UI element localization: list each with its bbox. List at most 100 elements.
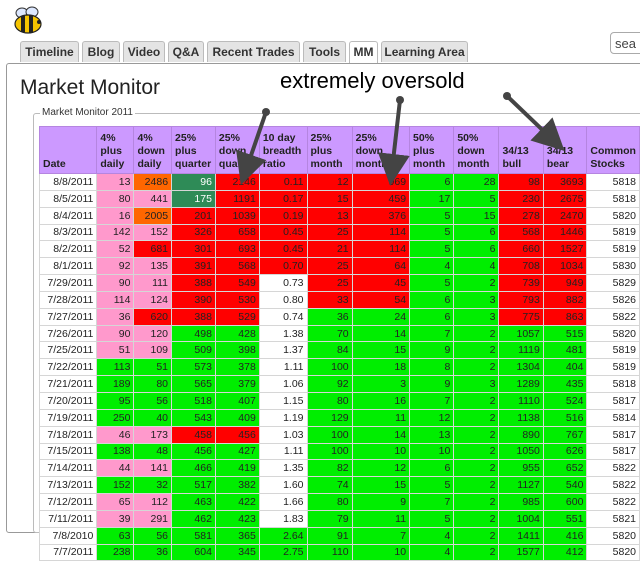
- value-cell: 5820: [586, 324, 640, 343]
- value-cell: 100: [306, 358, 353, 377]
- value-cell: 5: [409, 206, 455, 225]
- column-header: Date: [38, 126, 98, 174]
- value-cell: 6: [409, 290, 455, 309]
- tab-q-a[interactable]: Q&A: [168, 41, 204, 62]
- value-cell: 1411: [498, 526, 544, 545]
- date-cell: 7/8/2010: [38, 526, 98, 545]
- value-cell: 5820: [586, 526, 640, 545]
- value-cell: 5822: [586, 493, 640, 511]
- table-row: 8/4/2011 16 2005 201 1039 0.19 13 376 5 15 278 2470…: [38, 206, 640, 225]
- value-cell: 63: [96, 526, 135, 545]
- value-cell: 1.38: [258, 324, 308, 343]
- value-cell: 435: [542, 375, 588, 393]
- value-cell: 98: [498, 173, 544, 191]
- value-cell: 509: [171, 341, 216, 360]
- tab-recent-trades[interactable]: Recent Trades: [207, 41, 300, 62]
- value-cell: 4: [409, 526, 455, 545]
- value-cell: 6: [409, 173, 455, 191]
- value-cell: 1446: [542, 223, 588, 242]
- date-cell: 8/8/2011: [38, 173, 98, 191]
- value-cell: 1.35: [258, 459, 308, 478]
- value-cell: 114: [351, 223, 411, 242]
- bee-logo-icon[interactable]: [8, 4, 48, 36]
- value-cell: 416: [542, 526, 588, 545]
- value-cell: 6: [409, 459, 455, 478]
- value-cell: 5822: [586, 459, 640, 478]
- value-cell: 5: [409, 274, 455, 292]
- table-row: 7/8/2010 63 56 581 365 2.64 91 7 4 2 1411 416 5820: [38, 526, 640, 545]
- value-cell: 498: [171, 324, 216, 343]
- annotation-text: extremely oversold: [280, 68, 465, 93]
- value-cell: 1.06: [258, 375, 308, 393]
- column-header: Common Stocks: [586, 126, 640, 174]
- value-cell: 0.11: [258, 173, 308, 191]
- value-cell: 5822: [586, 476, 640, 495]
- value-cell: 1527: [542, 240, 588, 259]
- value-cell: 92: [96, 257, 135, 276]
- value-cell: 250: [96, 408, 135, 427]
- date-cell: 8/5/2011: [38, 189, 98, 208]
- value-cell: 5818: [586, 375, 640, 393]
- value-cell: 5: [453, 189, 500, 208]
- value-cell: 581: [171, 526, 216, 545]
- value-cell: 2.64: [258, 526, 308, 545]
- table-row: 7/25/2011 51 109 509 398 1.37 84 15 9 2 1119 481 581…: [38, 341, 640, 360]
- tab-mm[interactable]: MM: [349, 41, 378, 64]
- value-cell: 456: [171, 442, 216, 461]
- tab-tools[interactable]: Tools: [303, 41, 346, 62]
- tab-video[interactable]: Video: [123, 41, 165, 62]
- value-cell: 2: [453, 425, 500, 444]
- value-cell: 40: [133, 408, 173, 427]
- table-row: 7/19/2011 250 40 543 409 1.19 129 11 12 2 1138 516 5…: [38, 408, 640, 427]
- value-cell: 2: [453, 274, 500, 292]
- value-cell: 6: [453, 223, 500, 242]
- value-cell: 0.74: [258, 307, 308, 326]
- value-cell: 7: [351, 526, 411, 545]
- value-cell: 51: [133, 358, 173, 377]
- value-cell: 5826: [586, 290, 640, 309]
- tab-blog[interactable]: Blog: [82, 41, 120, 62]
- column-header: 34/13 bull: [498, 126, 544, 174]
- column-header: 50% down month: [453, 126, 500, 174]
- value-cell: 36: [306, 307, 353, 326]
- value-cell: 5820: [586, 206, 640, 225]
- value-cell: 173: [133, 425, 173, 444]
- value-cell: 10: [351, 543, 411, 561]
- value-cell: 138: [96, 442, 135, 461]
- value-cell: 5822: [586, 307, 640, 326]
- tab-timeline[interactable]: Timeline: [20, 41, 79, 62]
- value-cell: 2: [453, 526, 500, 545]
- value-cell: 573: [171, 358, 216, 377]
- tab-learning-area[interactable]: Learning Area: [381, 41, 468, 62]
- value-cell: 189: [96, 375, 135, 393]
- value-cell: 708: [498, 257, 544, 276]
- value-cell: 5: [409, 476, 455, 495]
- table-row: 8/5/2011 80 441 175 1191 0.17 15 459 17 5 230 2675 5…: [38, 189, 640, 208]
- value-cell: 693: [214, 240, 260, 259]
- value-cell: 80: [133, 375, 173, 393]
- value-cell: 5829: [586, 274, 640, 292]
- value-cell: 739: [498, 274, 544, 292]
- value-cell: 441: [133, 189, 173, 208]
- value-cell: 278: [498, 206, 544, 225]
- value-cell: 376: [351, 206, 411, 225]
- value-cell: 64: [351, 257, 411, 276]
- value-cell: 949: [542, 274, 588, 292]
- value-cell: 404: [542, 358, 588, 377]
- value-cell: 2.75: [258, 543, 308, 561]
- date-cell: 7/29/2011: [38, 274, 98, 292]
- value-cell: 10: [351, 442, 411, 461]
- value-cell: 890: [498, 425, 544, 444]
- value-cell: 13: [96, 173, 135, 191]
- value-cell: 80: [306, 493, 353, 511]
- value-cell: 12: [306, 173, 353, 191]
- value-cell: 15: [453, 206, 500, 225]
- value-cell: 4: [453, 257, 500, 276]
- value-cell: 92: [306, 375, 353, 393]
- date-cell: 7/26/2011: [38, 324, 98, 343]
- search-input[interactable]: sea: [610, 32, 640, 54]
- value-cell: 13: [306, 206, 353, 225]
- value-cell: 80: [96, 189, 135, 208]
- value-cell: 14: [351, 425, 411, 444]
- value-cell: 620: [133, 307, 173, 326]
